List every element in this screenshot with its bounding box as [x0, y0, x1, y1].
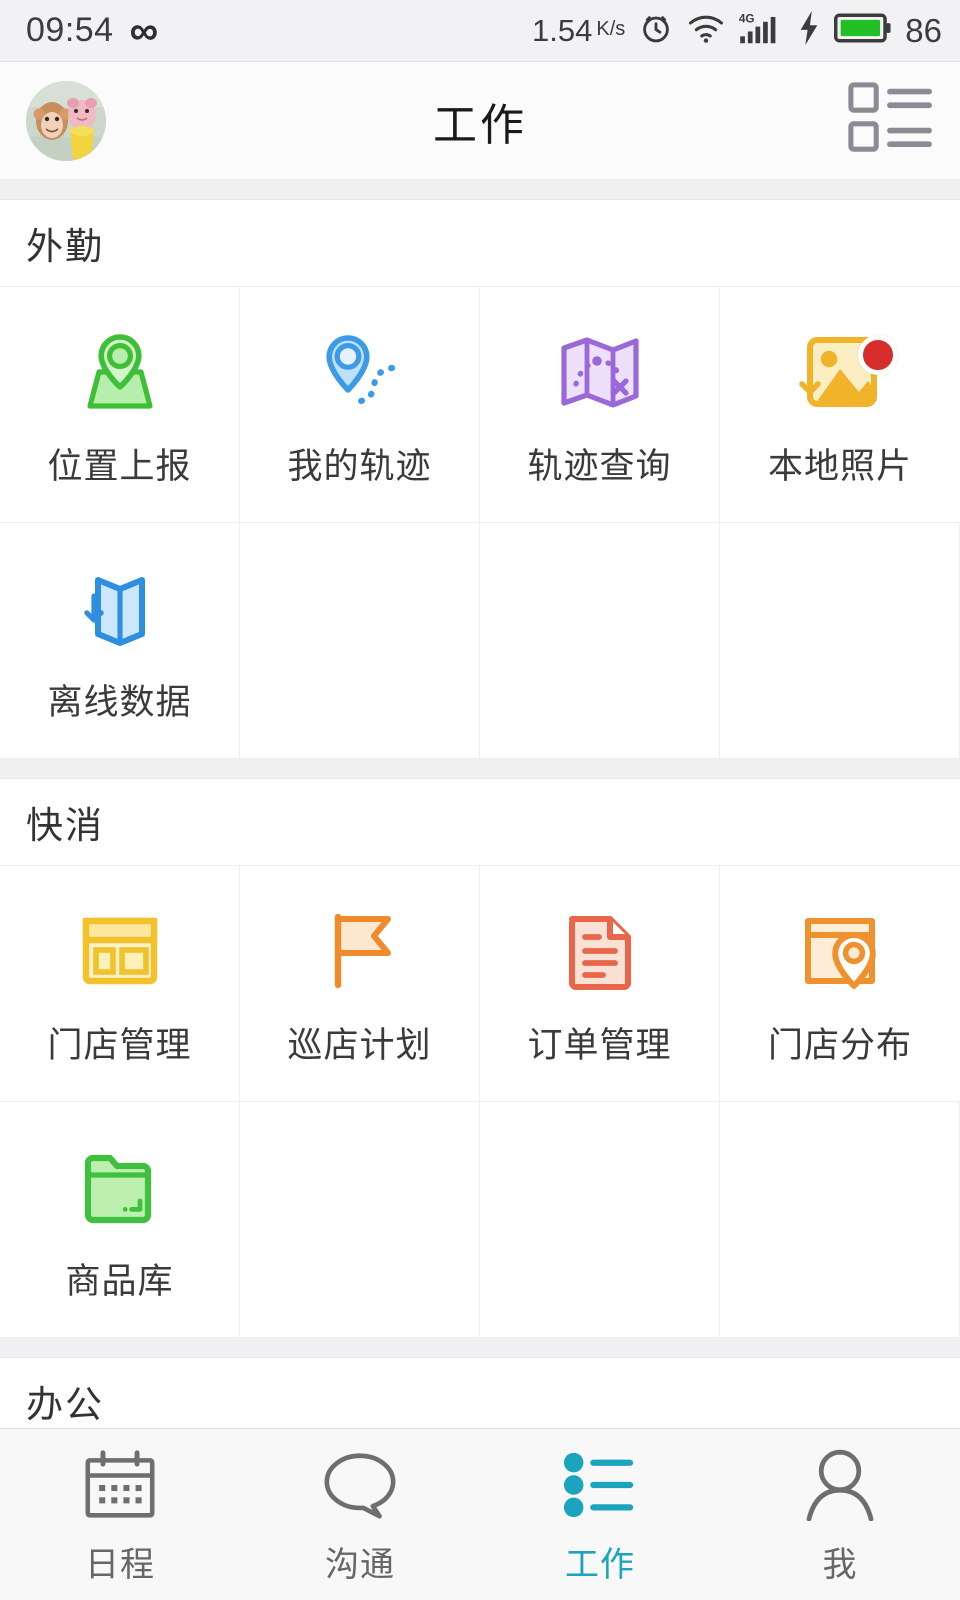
grid-item-empty — [480, 523, 720, 759]
section-title-bangong: 办公 — [0, 1358, 960, 1428]
section-spacer — [0, 1338, 960, 1358]
battery-icon — [834, 11, 892, 50]
tab-chat[interactable]: 沟通 — [240, 1429, 480, 1600]
infinity-icon: ∞ — [129, 8, 159, 53]
grid-item-store-visit-plan[interactable]: 巡店计划 — [240, 866, 480, 1102]
grid-item-label: 我的轨迹 — [287, 447, 432, 486]
section-title-waiqin: 外勤 — [0, 200, 960, 286]
network-speed: 1.54 K/s — [532, 13, 625, 49]
avatar[interactable] — [26, 80, 106, 161]
alarm-clock-icon — [638, 10, 674, 51]
grid-item-empty — [720, 523, 960, 759]
grid-item-label: 离线数据 — [47, 683, 192, 722]
tab-profile[interactable]: 我 — [720, 1429, 960, 1600]
network-speed-unit: K/s — [596, 17, 626, 40]
status-bar-right: 1.54 K/s 4G 86 — [532, 10, 942, 51]
list-view-icon[interactable] — [848, 81, 934, 160]
grid-item-product-library[interactable]: 商品库 — [0, 1102, 240, 1338]
section-spacer — [0, 759, 960, 779]
offline-data-map-icon — [68, 556, 172, 660]
app-root: 09:54 ∞ 1.54 K/s 4G 86 工作 外勤 位置上报 我的轨迹 轨… — [0, 0, 960, 1600]
order-manage-document-icon — [548, 899, 652, 1003]
wifi-icon — [687, 11, 725, 50]
section-grid-kuaixiao: 门店管理 巡店计划 订单管理 门店分布 商品库 — [0, 865, 960, 1338]
bottom-tab-bar: 日程 沟通 工作 我 — [0, 1428, 960, 1600]
grid-item-label: 门店分布 — [767, 1026, 912, 1065]
grid-item-label: 轨迹查询 — [527, 447, 672, 486]
track-query-map-icon — [548, 320, 652, 424]
tab-label: 我 — [822, 1546, 858, 1584]
section-spacer — [0, 180, 960, 200]
grid-item-empty — [240, 1102, 480, 1338]
grid-item-my-track[interactable]: 我的轨迹 — [240, 287, 480, 523]
grid-item-label: 商品库 — [65, 1262, 174, 1301]
status-time: 09:54 — [26, 11, 114, 49]
grid-item-order-manage[interactable]: 订单管理 — [480, 866, 720, 1102]
person-icon — [797, 1443, 883, 1527]
grid-item-local-photo[interactable]: 本地照片 — [720, 287, 960, 523]
battery-level: 86 — [905, 11, 942, 49]
grid-item-label: 巡店计划 — [287, 1026, 432, 1065]
charging-bolt-icon — [797, 11, 821, 50]
grid-item-label: 订单管理 — [527, 1026, 672, 1065]
grid-item-store-distribution[interactable]: 门店分布 — [720, 866, 960, 1102]
grid-item-offline-data[interactable]: 离线数据 — [0, 523, 240, 759]
chat-bubble-icon — [317, 1443, 403, 1527]
store-distribution-icon — [788, 899, 892, 1003]
tab-label: 日程 — [85, 1546, 155, 1584]
status-bar-left: 09:54 ∞ — [26, 8, 159, 53]
tab-label: 沟通 — [325, 1546, 395, 1584]
signal-4g-icon: 4G — [738, 10, 784, 51]
tab-work[interactable]: 工作 — [480, 1429, 720, 1600]
status-bar: 09:54 ∞ 1.54 K/s 4G 86 — [0, 0, 960, 62]
location-report-icon — [68, 320, 172, 424]
grid-item-store-manage[interactable]: 门店管理 — [0, 866, 240, 1102]
page-header: 工作 — [0, 62, 960, 180]
store-visit-plan-flag-icon — [308, 899, 412, 1003]
status-badge — [858, 335, 898, 375]
grid-item-label: 位置上报 — [47, 447, 192, 486]
page-title: 工作 — [433, 100, 527, 150]
section-title-kuaixiao: 快消 — [0, 779, 960, 865]
tab-schedule[interactable]: 日程 — [0, 1429, 240, 1600]
grid-item-empty — [240, 523, 480, 759]
network-speed-value: 1.54 — [532, 12, 593, 48]
grid-item-empty — [480, 1102, 720, 1338]
section-grid-waiqin: 位置上报 我的轨迹 轨迹查询 本地照片 离线数据 — [0, 286, 960, 759]
grid-item-track-query[interactable]: 轨迹查询 — [480, 287, 720, 523]
grid-item-location-report[interactable]: 位置上报 — [0, 287, 240, 523]
page-body[interactable]: 外勤 位置上报 我的轨迹 轨迹查询 本地照片 离线数据 快消 门店管理 巡店计划… — [0, 180, 960, 1428]
my-track-pin-icon — [308, 320, 412, 424]
work-list-icon — [557, 1443, 643, 1527]
tab-label: 工作 — [565, 1546, 635, 1584]
store-manage-icon — [68, 899, 172, 1003]
grid-item-label: 本地照片 — [767, 447, 912, 486]
calendar-icon — [77, 1443, 163, 1527]
svg-text:4G: 4G — [739, 12, 755, 25]
grid-item-empty — [720, 1102, 960, 1338]
grid-item-label: 门店管理 — [47, 1026, 192, 1065]
product-library-folder-icon — [68, 1135, 172, 1239]
